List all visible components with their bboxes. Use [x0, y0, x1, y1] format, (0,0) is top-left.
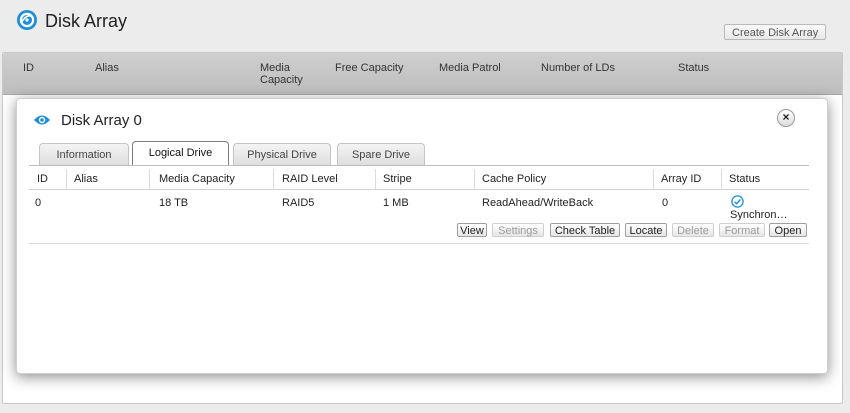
ld-cell-array-id: 0 [662, 197, 669, 209]
ld-cell-raid-level: RAID5 [282, 197, 315, 209]
ld-cell-id: 0 [35, 197, 42, 209]
column-divider [474, 169, 475, 189]
page-header: Disk Array Create Disk Array [0, 0, 850, 52]
page-title: Disk Array [45, 11, 128, 31]
format-button[interactable]: Format [719, 223, 765, 237]
locate-button[interactable]: Locate [625, 223, 667, 237]
dialog-title: Disk Array 0 [61, 112, 142, 129]
main-table-header: ID Alias Media Capacity Free Capacity Me… [3, 53, 842, 95]
ld-col-raid-level[interactable]: RAID Level [282, 173, 338, 185]
column-divider [66, 169, 67, 189]
column-divider [653, 169, 654, 189]
column-divider [149, 169, 150, 189]
ld-col-stripe[interactable]: Stripe [383, 173, 412, 185]
ld-cell-status: Synchron… [730, 209, 788, 221]
tab-logical-drive[interactable]: Logical Drive [132, 141, 229, 166]
tab-information[interactable]: Information [39, 143, 129, 166]
tabs-divider [29, 165, 809, 166]
open-button[interactable]: Open [769, 223, 807, 237]
column-header-number-of-lds[interactable]: Number of LDs [541, 62, 615, 74]
ld-col-array-id[interactable]: Array ID [661, 173, 701, 185]
ld-col-status[interactable]: Status [729, 173, 760, 185]
check-circle-icon [731, 195, 744, 208]
disk-array-dialog: Disk Array 0 × Information Logical Drive… [16, 98, 828, 374]
column-header-id[interactable]: ID [23, 62, 34, 74]
settings-button[interactable]: Settings [492, 223, 544, 237]
create-disk-array-button[interactable]: Create Disk Array [724, 24, 827, 40]
ld-col-id[interactable]: ID [37, 173, 48, 185]
tab-physical-drive[interactable]: Physical Drive [233, 143, 331, 166]
column-header-status[interactable]: Status [678, 62, 709, 74]
ld-cell-cache-policy: ReadAhead/WriteBack [482, 197, 594, 209]
ld-col-cache-policy[interactable]: Cache Policy [482, 173, 546, 185]
close-icon[interactable]: × [777, 109, 795, 127]
column-header-media-capacity[interactable]: Media Capacity [260, 62, 316, 86]
disk-array-logo-icon [17, 10, 37, 30]
column-divider [721, 169, 722, 189]
column-header-alias[interactable]: Alias [95, 62, 119, 74]
ld-cell-stripe: 1 MB [383, 197, 409, 209]
view-button[interactable]: View [457, 223, 487, 237]
delete-button[interactable]: Delete [672, 223, 714, 237]
column-header-media-patrol[interactable]: Media Patrol [439, 62, 501, 74]
ld-col-alias[interactable]: Alias [74, 173, 98, 185]
logical-drive-table-header: ID Alias Media Capacity RAID Level Strip… [29, 169, 809, 190]
column-divider [273, 169, 274, 189]
ld-cell-capacity: 18 TB [159, 197, 189, 209]
column-header-free-capacity[interactable]: Free Capacity [335, 62, 403, 74]
eye-icon [34, 115, 50, 125]
column-divider [375, 169, 376, 189]
tab-spare-drive[interactable]: Spare Drive [337, 143, 425, 166]
ld-col-media-capacity[interactable]: Media Capacity [159, 173, 235, 185]
check-table-button[interactable]: Check Table [550, 223, 620, 237]
